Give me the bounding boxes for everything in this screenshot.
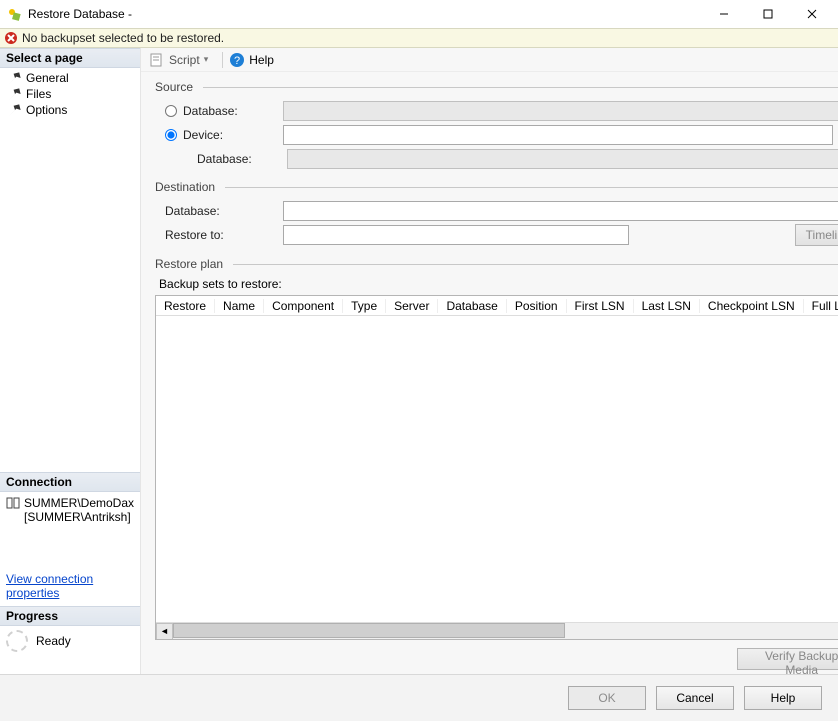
source-sub-database-label: Database: [197, 152, 287, 166]
col-type[interactable]: Type [343, 299, 386, 313]
server-icon [6, 496, 20, 510]
app-icon [6, 6, 22, 22]
svg-text:?: ? [234, 55, 240, 67]
source-sub-database-combo [287, 149, 838, 169]
restore-to-input [283, 225, 629, 245]
source-group-title: Source [155, 80, 193, 94]
help-footer-button[interactable]: Help [744, 686, 822, 710]
page-icon [8, 89, 22, 99]
timeline-button: Timeline... [795, 224, 838, 246]
restore-to-label: Restore to: [165, 228, 283, 242]
col-first-lsn[interactable]: First LSN [567, 299, 634, 313]
dropdown-caret-icon: ▾ [204, 54, 209, 65]
maximize-button[interactable] [746, 0, 790, 28]
toolbar: Script ▾ ? Help [141, 48, 838, 72]
progress-status: Ready [36, 634, 71, 648]
help-label: Help [249, 53, 274, 67]
content-pane: Script ▾ ? Help Source Database: [141, 48, 838, 674]
source-database-radio-label: Database: [165, 104, 283, 118]
ok-button: OK [568, 686, 646, 710]
col-full-lsn[interactable]: Full LSN [804, 299, 838, 313]
horizontal-scrollbar[interactable]: ◄ ► [156, 622, 838, 639]
sidebar-item-label: Options [26, 103, 67, 117]
minimize-button[interactable] [702, 0, 746, 28]
col-restore[interactable]: Restore [156, 299, 215, 313]
titlebar: Restore Database - [0, 0, 838, 28]
help-icon: ? [229, 52, 245, 68]
sidebar-item-files[interactable]: Files [4, 86, 140, 102]
destination-group-title: Destination [155, 180, 215, 194]
progress-spinner-icon [6, 630, 28, 652]
close-button[interactable] [790, 0, 834, 28]
page-icon [8, 105, 22, 115]
page-icon [8, 73, 22, 83]
progress-header: Progress [0, 606, 140, 626]
connection-user: [SUMMER\Antriksh] [24, 510, 134, 524]
table-header-row: Restore Name Component Type Server Datab… [156, 296, 838, 316]
view-connection-properties-link[interactable]: View connection properties [0, 566, 140, 606]
source-database-radio[interactable] [165, 105, 177, 117]
source-device-input[interactable] [283, 125, 833, 145]
source-device-radio[interactable] [165, 129, 177, 141]
restore-plan-group: Restore plan Backup sets to restore: Res… [155, 257, 838, 670]
restore-plan-group-title: Restore plan [155, 257, 223, 271]
window-title: Restore Database - [28, 7, 702, 21]
sidebar-item-label: General [26, 71, 69, 85]
source-group: Source Database: Device: ... [155, 80, 838, 172]
script-label: Script [169, 53, 200, 67]
col-position[interactable]: Position [507, 299, 567, 313]
script-icon [149, 52, 165, 68]
source-database-combo [283, 101, 838, 121]
select-page-header: Select a page [0, 48, 140, 68]
col-component[interactable]: Component [264, 299, 343, 313]
backup-sets-subtitle: Backup sets to restore: [159, 277, 838, 291]
sidebar: Select a page General Files Options Conn… [0, 48, 141, 674]
table-body [156, 316, 838, 622]
destination-group: Destination Database: Restore to: Timeli… [155, 180, 838, 249]
col-last-lsn[interactable]: Last LSN [634, 299, 700, 313]
connection-server: SUMMER\DemoDax [24, 496, 134, 510]
toolbar-separator [222, 52, 223, 68]
col-server[interactable]: Server [386, 299, 438, 313]
backup-sets-table[interactable]: Restore Name Component Type Server Datab… [155, 295, 838, 640]
sidebar-item-label: Files [26, 87, 51, 101]
connection-header: Connection [0, 472, 140, 492]
error-icon [4, 31, 18, 45]
scroll-thumb[interactable] [173, 623, 565, 638]
cancel-button[interactable]: Cancel [656, 686, 734, 710]
destination-database-combo[interactable] [283, 201, 838, 221]
col-name[interactable]: Name [215, 299, 264, 313]
col-checkpoint-lsn[interactable]: Checkpoint LSN [700, 299, 804, 313]
help-button[interactable]: ? Help [229, 52, 274, 68]
warning-bar: No backupset selected to be restored. [0, 28, 838, 48]
col-database[interactable]: Database [438, 299, 506, 313]
script-button[interactable]: Script ▾ [149, 52, 208, 68]
sidebar-item-general[interactable]: General [4, 70, 140, 86]
scroll-left-arrow[interactable]: ◄ [156, 623, 173, 640]
warning-text: No backupset selected to be restored. [22, 31, 224, 45]
source-device-radio-label: Device: [165, 128, 283, 142]
sidebar-item-options[interactable]: Options [4, 102, 140, 118]
dialog-footer: OK Cancel Help [0, 674, 838, 721]
verify-backup-media-button: Verify Backup Media [737, 648, 838, 670]
destination-database-label: Database: [165, 204, 283, 218]
